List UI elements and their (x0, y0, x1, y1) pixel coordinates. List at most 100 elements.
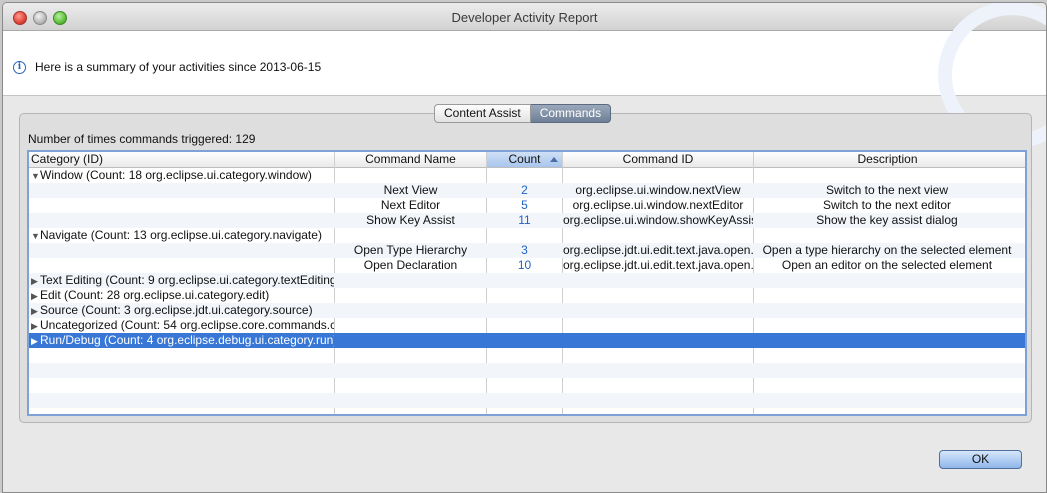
command-id-cell (563, 273, 753, 288)
command-id-cell (563, 228, 753, 243)
sort-ascending-icon (550, 157, 558, 162)
category-cell: ▼Navigate (Count: 13 org.eclipse.ui.cate… (29, 228, 334, 243)
command-row[interactable]: Open Type Hierarchy 3 org.eclipse.jdt.ui.e… (29, 243, 1025, 258)
command-row[interactable]: Open Declaration 10 org.eclipse.jdt.ui.edi… (29, 258, 1025, 273)
category-cell: ▶ Run/Debug (Count: 4 org.eclipse.debug.u… (29, 333, 334, 348)
command-name-cell (335, 303, 486, 318)
count-cell (487, 333, 562, 348)
category-cell (29, 213, 334, 228)
command-name-cell (335, 288, 486, 303)
description-cell: Open a type hierarchy on the selected el… (762, 243, 1012, 257)
count-cell (487, 288, 562, 303)
category-cell: ▶ Uncategorized (Count: 54 org.eclipse.co… (29, 318, 334, 333)
count-cell (487, 318, 562, 333)
column-header-command-name[interactable]: Command Name (335, 152, 487, 167)
category-cell (29, 183, 334, 198)
category-label: Run/Debug (Count: 4 org.eclipse.debug.ui… (40, 333, 334, 347)
description-cell (754, 333, 1020, 348)
category-label: Edit (Count: 28 org.eclipse.ui.category.… (40, 288, 270, 302)
empty-row (29, 378, 1025, 393)
category-row[interactable]: ▶ Text Editing (Count: 9 org.eclipse.ui.c… (29, 273, 1025, 288)
command-id-cell: org.eclipse.ui.window.nextView (575, 183, 741, 197)
command-id-cell: org.eclipse.jdt.ui.edit.text.java.open.t… (563, 243, 753, 257)
count-cell (487, 168, 562, 183)
description-cell: Switch to the next view (825, 183, 949, 197)
description-cell (754, 228, 1020, 243)
count-cell (487, 303, 562, 318)
description-cell: Show the key assist dialog (816, 213, 958, 227)
tab-commands[interactable]: Commands (530, 104, 612, 123)
command-row[interactable]: Next View 2 org.eclipse.ui.window.nextView… (29, 183, 1025, 198)
column-header-category[interactable]: Category (ID) (29, 152, 335, 167)
collapsed-disclosure-icon[interactable]: ▶ (31, 274, 40, 288)
category-label: Window (Count: 18 org.eclipse.ui.categor… (40, 168, 312, 182)
category-row[interactable]: ▶ Edit (Count: 28 org.eclipse.ui.category… (29, 288, 1025, 303)
category-cell: ▶ Edit (Count: 28 org.eclipse.ui.category… (29, 288, 334, 303)
count-cell: 2 (521, 183, 528, 197)
category-label: Source (Count: 3 org.eclipse.jdt.ui.cate… (40, 303, 313, 317)
commands-table[interactable]: Category (ID) Command Name Count Command… (27, 150, 1027, 416)
command-row[interactable]: Next Editor 5 org.eclipse.ui.window.nextEd… (29, 198, 1025, 213)
command-name-cell (335, 228, 486, 243)
title-bar: Developer Activity Report (3, 3, 1046, 31)
collapsed-disclosure-icon[interactable]: ▶ (31, 289, 40, 303)
command-id-cell (563, 303, 753, 318)
command-name-cell (335, 333, 486, 348)
category-cell (29, 198, 334, 213)
command-name-cell: Open Declaration (363, 258, 458, 272)
summary-message: Here is a summary of your activities sin… (35, 60, 322, 74)
info-icon: i (13, 61, 26, 74)
category-row[interactable]: ▼Window (Count: 18 org.eclipse.ui.catego… (29, 168, 1025, 183)
category-row[interactable]: ▼Navigate (Count: 13 org.eclipse.ui.cate… (29, 228, 1025, 243)
command-id-cell: org.eclipse.jdt.ui.edit.text.java.open.e… (563, 258, 753, 272)
category-cell: ▶ Text Editing (Count: 9 org.eclipse.ui.c… (29, 273, 334, 288)
category-label: Uncategorized (Count: 54 org.eclipse.cor… (40, 318, 334, 332)
command-name-cell: Next View (383, 183, 438, 197)
column-header-count[interactable]: Count (487, 152, 563, 167)
description-cell (754, 318, 1020, 333)
category-label: Text Editing (Count: 9 org.eclipse.ui.ca… (40, 273, 334, 287)
command-name-cell (335, 318, 486, 333)
collapsed-disclosure-icon[interactable]: ▶ (31, 304, 40, 318)
command-name-cell (335, 168, 486, 183)
command-id-cell (563, 333, 753, 348)
description-cell (754, 303, 1020, 318)
category-row[interactable]: ▶ Source (Count: 3 org.eclipse.jdt.ui.cat… (29, 303, 1025, 318)
window-title: Developer Activity Report (451, 10, 598, 25)
command-row[interactable]: Show Key Assist 11 org.eclipse.ui.window.s… (29, 213, 1025, 228)
count-cell: 5 (521, 198, 528, 212)
collapsed-disclosure-icon[interactable]: ▶ (31, 319, 40, 333)
empty-row (29, 363, 1025, 378)
ok-button[interactable]: OK (939, 450, 1022, 469)
expanded-disclosure-icon[interactable]: ▼ (31, 169, 40, 183)
tab-content-assist[interactable]: Content Assist (434, 104, 531, 123)
count-cell: 3 (521, 243, 528, 257)
command-name-cell: Show Key Assist (366, 213, 455, 227)
description-cell (754, 288, 1020, 303)
description-cell: Open an editor on the selected element (781, 258, 993, 272)
count-cell: 11 (518, 213, 531, 227)
table-header: Category (ID) Command Name Count Command… (29, 152, 1025, 168)
column-header-count-label: Count (508, 152, 541, 166)
category-cell: ▶ Source (Count: 3 org.eclipse.jdt.ui.cat… (29, 303, 334, 318)
summary-banner: i Here is a summary of your activities s… (3, 3, 1046, 149)
expanded-disclosure-icon[interactable]: ▼ (31, 229, 40, 243)
category-row[interactable]: ▶ Run/Debug (Count: 4 org.eclipse.debug.u… (29, 333, 1025, 348)
collapsed-disclosure-icon[interactable]: ▶ (31, 334, 40, 348)
command-name-cell: Next Editor (380, 198, 441, 212)
command-name-cell (335, 273, 486, 288)
category-label: Navigate (Count: 13 org.eclipse.ui.categ… (40, 228, 322, 242)
category-cell: ▼Window (Count: 18 org.eclipse.ui.catego… (29, 168, 334, 183)
command-name-cell: Open Type Hierarchy (353, 243, 468, 257)
column-header-description[interactable]: Description (754, 152, 1021, 167)
column-header-command-id[interactable]: Command ID (563, 152, 754, 167)
report-tabs: Content Assist Commands (434, 104, 612, 123)
command-id-cell (563, 288, 753, 303)
command-id-cell (563, 168, 753, 183)
report-window: Developer Activity Report i Here is a su… (2, 2, 1047, 493)
command-id-cell (563, 318, 753, 333)
table-body: ▼Window (Count: 18 org.eclipse.ui.catego… (29, 168, 1025, 414)
category-row[interactable]: ▶ Uncategorized (Count: 54 org.eclipse.co… (29, 318, 1025, 333)
category-cell (29, 258, 334, 273)
count-cell: 10 (517, 258, 532, 272)
